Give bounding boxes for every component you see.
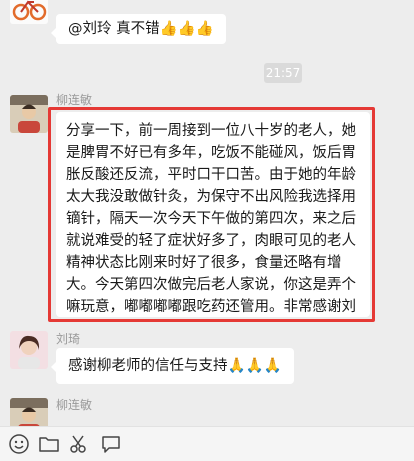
person-avatar-icon	[10, 95, 48, 133]
message-text: 感谢柳老师的信任与支持🙏🙏🙏	[68, 358, 282, 374]
message-text: @刘玲 真不错👍👍👍	[68, 21, 214, 37]
sender-name: 刘琦	[56, 332, 81, 346]
input-toolbar	[0, 426, 414, 461]
message-bubble[interactable]: @刘玲 真不错👍👍👍	[51, 14, 226, 44]
avatar-liuqi[interactable]	[10, 331, 48, 369]
avatar-liulianmin[interactable]	[10, 95, 48, 133]
chat-bubble-icon[interactable]	[100, 433, 122, 455]
person-avatar-icon	[10, 331, 48, 369]
avatar-top[interactable]	[10, 0, 48, 24]
timestamp-chip: 21:57	[264, 63, 302, 83]
sender-name: 柳连敏	[56, 93, 93, 107]
folder-icon[interactable]	[38, 433, 60, 455]
sender-name: 柳连敏	[56, 398, 93, 412]
emoji-icon[interactable]	[8, 433, 30, 455]
scissors-icon[interactable]	[68, 433, 90, 455]
highlight-box	[48, 107, 375, 322]
bicycle-avatar-icon	[10, 0, 48, 24]
message-bubble[interactable]: 感谢柳老师的信任与支持🙏🙏🙏	[51, 348, 294, 384]
